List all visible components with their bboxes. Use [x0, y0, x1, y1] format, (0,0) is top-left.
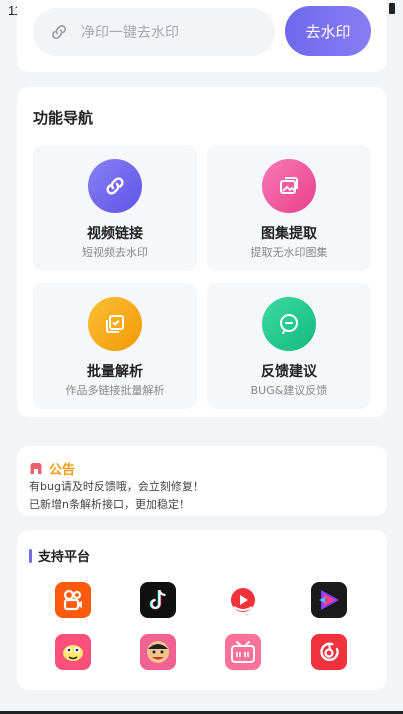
search-card: 净印一键去水印 去水印	[17, 0, 387, 72]
battery-icon	[389, 3, 395, 14]
notice-header: 公告	[29, 459, 75, 478]
kuaishou-icon[interactable]	[55, 582, 91, 618]
notice-line: 有bug请及时反馈哦，会立刻修复！	[29, 480, 204, 493]
notice-label: 公告	[49, 463, 76, 478]
feedback-icon	[262, 297, 316, 351]
nav-subtitle: BUG&建议反馈	[250, 384, 328, 397]
platform-title: 支持平台	[38, 550, 91, 565]
platform-card: 支持平台	[17, 530, 387, 690]
shop-icon	[30, 463, 42, 474]
nav-title: 视频链接	[87, 226, 143, 242]
nav-tile-gallery[interactable]: 图集提取 提取无水印图集	[207, 145, 371, 271]
notice-line: 已新增n条解析接口，更加稳定！	[29, 498, 190, 511]
notice-card: 公告 有bug请及时反馈哦，会立刻修复！ 已新增n条解析接口，更加稳定！	[17, 446, 387, 516]
netease-music-icon[interactable]	[311, 634, 347, 670]
remove-watermark-button[interactable]: 去水印	[285, 6, 371, 56]
link-input[interactable]: 净印一键去水印	[33, 8, 275, 56]
nav-tile-video-link[interactable]: 视频链接 短视频去水印	[33, 145, 197, 271]
link-icon	[52, 25, 66, 39]
pipixia-icon[interactable]	[55, 634, 91, 670]
nav-title: 反馈建议	[261, 364, 317, 380]
section-title: 功能导航	[33, 109, 94, 127]
platform-header: 支持平台	[29, 546, 90, 565]
face-app-icon[interactable]	[140, 634, 176, 670]
link-input-placeholder: 净印一键去水印	[81, 25, 179, 41]
link-icon	[88, 159, 142, 213]
nav-tile-feedback[interactable]: 反馈建议 BUG&建议反馈	[207, 283, 371, 409]
bilibili-icon[interactable]	[225, 634, 261, 670]
video-play-icon[interactable]	[311, 582, 347, 618]
nav-title: 图集提取	[261, 226, 317, 242]
nav-title: 批量解析	[87, 364, 143, 380]
weishi-icon[interactable]	[225, 582, 261, 618]
nav-subtitle: 作品多链接批量解析	[65, 384, 165, 397]
batch-icon	[88, 297, 142, 351]
gallery-icon	[262, 159, 316, 213]
feature-nav-card: 功能导航 视频链接 短视频去水印 图集提取 提取无水印图集 批量解析 作品多链接…	[17, 87, 387, 417]
section-accent-bar	[29, 548, 32, 563]
nav-subtitle: 提取无水印图集	[250, 246, 328, 259]
tiktok-icon[interactable]	[140, 582, 176, 618]
nav-subtitle: 短视频去水印	[82, 246, 148, 259]
nav-tile-batch[interactable]: 批量解析 作品多链接批量解析	[33, 283, 197, 409]
